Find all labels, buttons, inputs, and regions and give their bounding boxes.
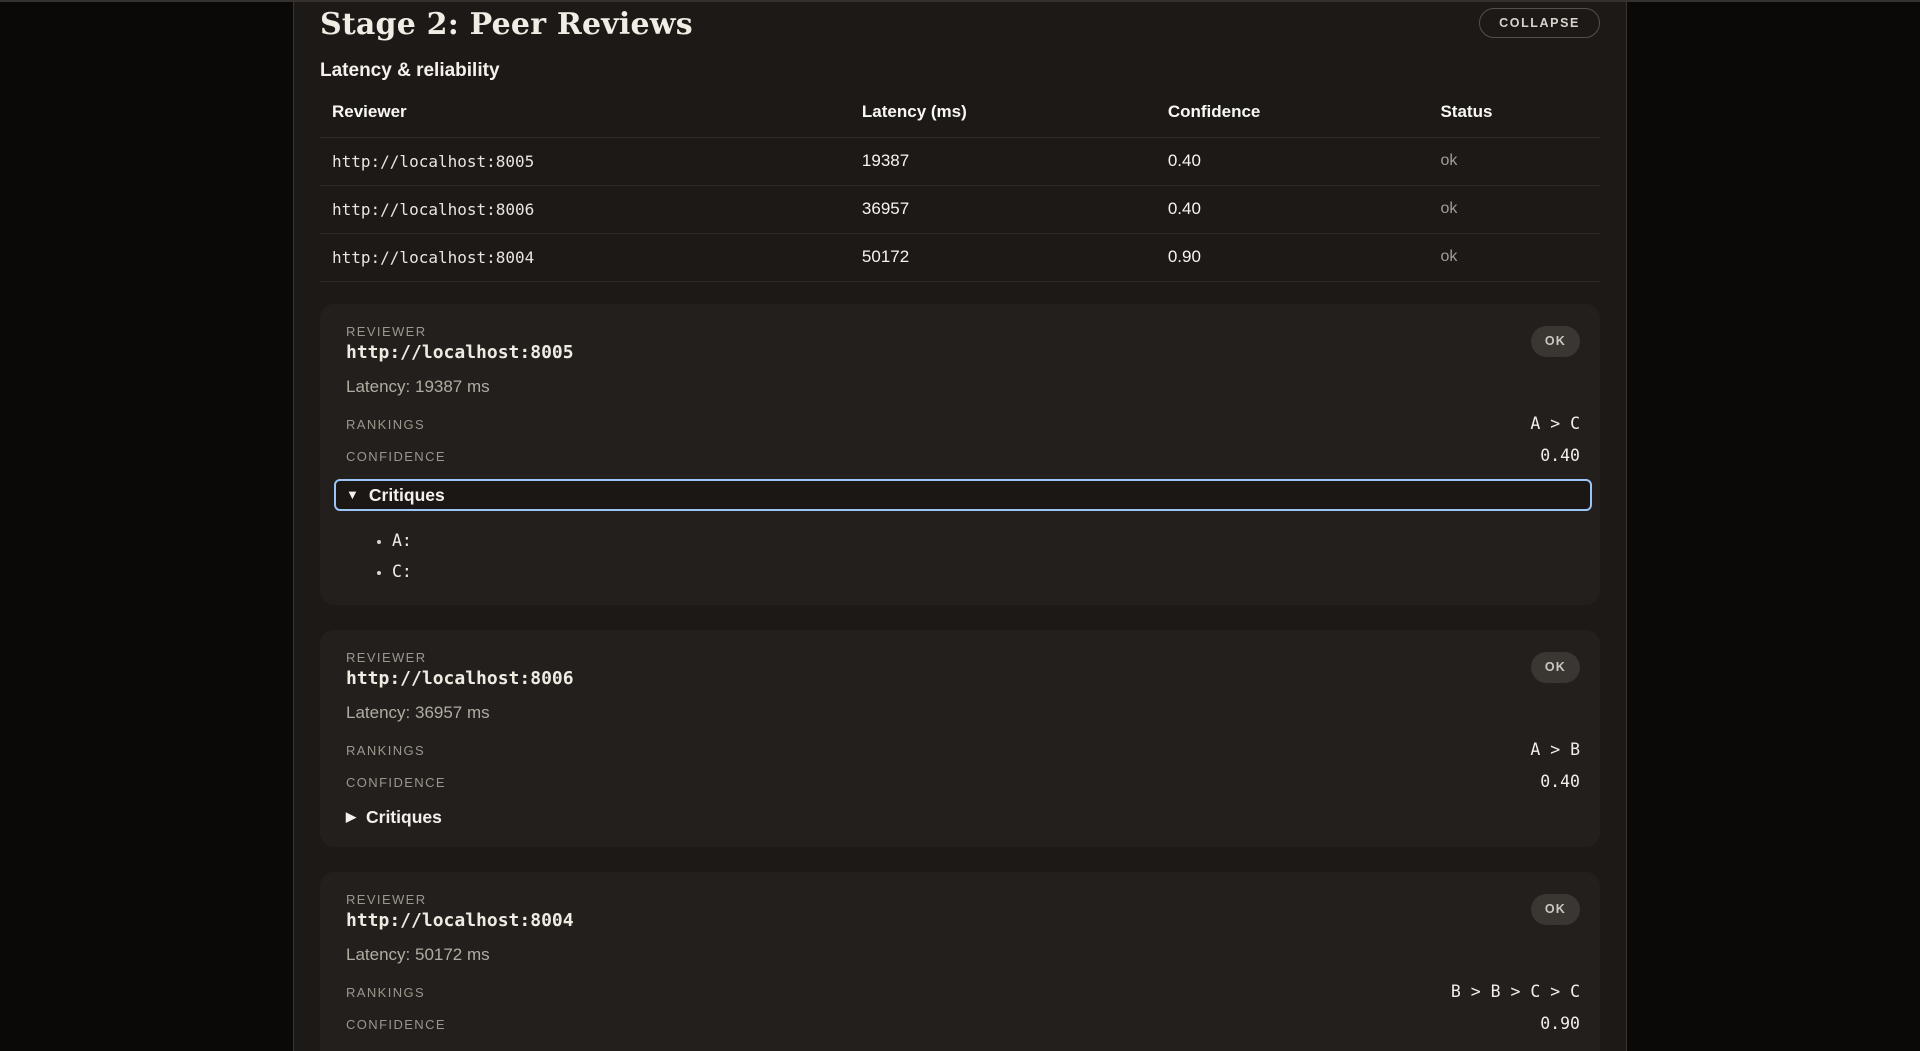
latency-text: Latency: 36957 ms (346, 703, 1580, 723)
status-cell: ok (1428, 138, 1600, 186)
card-header: REVIEWER http://localhost:8005 OK (346, 324, 1580, 364)
critiques-toggle[interactable]: ▶ Critiques (346, 1047, 442, 1051)
latency-cell: 36957 (850, 186, 1156, 234)
latency-text: Latency: 19387 ms (346, 377, 1580, 397)
confidence-cell: 0.90 (1156, 234, 1429, 282)
confidence-row: CONFIDENCE 0.40 (346, 772, 1580, 791)
rankings-value: A > B (1530, 740, 1580, 759)
rankings-value: B > B > C > C (1451, 982, 1580, 1001)
status-badge: OK (1531, 326, 1580, 357)
section-subtitle: Latency & reliability (320, 60, 1600, 82)
card-header: REVIEWER http://localhost:8006 OK (346, 650, 1580, 690)
table-row: http://localhost:8006 36957 0.40 ok (320, 186, 1600, 234)
reviewer-block: REVIEWER http://localhost:8005 (346, 324, 574, 364)
critique-item: C: (392, 556, 1580, 587)
card-header: REVIEWER http://localhost:8004 OK (346, 892, 1580, 932)
reviewer-url: http://localhost:8006 (346, 668, 574, 690)
critiques-section: ▶ Critiques (346, 1047, 1580, 1051)
critiques-toggle-label: Critiques (366, 805, 442, 829)
stage-header: Stage 2: Peer Reviews COLLAPSE (320, 6, 1600, 44)
triangle-down-icon: ▼ (346, 483, 359, 507)
confidence-value: 0.40 (1540, 446, 1580, 465)
critiques-section: ▶ Critiques (346, 805, 1580, 829)
rankings-row: RANKINGS A > B (346, 740, 1580, 759)
review-card: REVIEWER http://localhost:8004 OK Latenc… (320, 872, 1600, 1051)
critique-list: A: C: (346, 525, 1580, 587)
table-header-row: Reviewer Latency (ms) Confidence Status (320, 98, 1600, 138)
column-header-latency: Latency (ms) (850, 98, 1156, 138)
column-header-confidence: Confidence (1156, 98, 1429, 138)
reviewer-label: REVIEWER (346, 324, 574, 340)
critique-item: A: (392, 525, 1580, 556)
reviewer-label: REVIEWER (346, 650, 574, 666)
reviewer-block: REVIEWER http://localhost:8004 (346, 892, 574, 932)
confidence-value: 0.90 (1540, 1014, 1580, 1033)
triangle-right-icon: ▶ (346, 805, 356, 829)
rankings-row: RANKINGS A > C (346, 414, 1580, 433)
stage-panel: Stage 2: Peer Reviews COLLAPSE Latency &… (293, 2, 1627, 1051)
status-badge: OK (1531, 894, 1580, 925)
latency-cell: 19387 (850, 138, 1156, 186)
status-cell: ok (1428, 186, 1600, 234)
review-cards: REVIEWER http://localhost:8005 OK Latenc… (320, 304, 1600, 1051)
reviewer-label: REVIEWER (346, 892, 574, 908)
confidence-row: CONFIDENCE 0.40 (346, 446, 1580, 465)
reviewer-url: http://localhost:8005 (346, 342, 574, 364)
review-card: REVIEWER http://localhost:8005 OK Latenc… (320, 304, 1600, 605)
table-row: http://localhost:8005 19387 0.40 ok (320, 138, 1600, 186)
confidence-value: 0.40 (1540, 772, 1580, 791)
reviewer-block: REVIEWER http://localhost:8006 (346, 650, 574, 690)
rankings-label: RANKINGS (346, 985, 425, 1001)
status-badge: OK (1531, 652, 1580, 683)
collapse-button[interactable]: COLLAPSE (1479, 8, 1600, 38)
critiques-toggle[interactable]: ▶ Critiques (346, 805, 442, 829)
critiques-toggle-label: Critiques (369, 483, 445, 507)
rankings-label: RANKINGS (346, 417, 425, 433)
critiques-toggle-label: Critiques (366, 1047, 442, 1051)
confidence-label: CONFIDENCE (346, 449, 446, 465)
latency-cell: 50172 (850, 234, 1156, 282)
confidence-row: CONFIDENCE 0.90 (346, 1014, 1580, 1033)
confidence-cell: 0.40 (1156, 138, 1429, 186)
table-row: http://localhost:8004 50172 0.90 ok (320, 234, 1600, 282)
confidence-cell: 0.40 (1156, 186, 1429, 234)
reviewer-url: http://localhost:8004 (346, 910, 574, 932)
reviewer-cell: http://localhost:8005 (320, 138, 850, 186)
confidence-label: CONFIDENCE (346, 1017, 446, 1033)
column-header-status: Status (1428, 98, 1600, 138)
latency-table: Reviewer Latency (ms) Confidence Status … (320, 98, 1600, 282)
page-title: Stage 2: Peer Reviews (320, 6, 693, 44)
reviewer-cell: http://localhost:8006 (320, 186, 850, 234)
confidence-label: CONFIDENCE (346, 775, 446, 791)
reviewer-cell: http://localhost:8004 (320, 234, 850, 282)
review-card: REVIEWER http://localhost:8006 OK Latenc… (320, 630, 1600, 847)
rankings-row: RANKINGS B > B > C > C (346, 982, 1580, 1001)
latency-text: Latency: 50172 ms (346, 945, 1580, 965)
rankings-value: A > C (1530, 414, 1580, 433)
critiques-section: ▼ Critiques A: C: (346, 479, 1580, 587)
status-cell: ok (1428, 234, 1600, 282)
rankings-label: RANKINGS (346, 743, 425, 759)
triangle-right-icon: ▶ (346, 1047, 356, 1051)
critiques-toggle[interactable]: ▼ Critiques (334, 479, 1592, 511)
column-header-reviewer: Reviewer (320, 98, 850, 138)
